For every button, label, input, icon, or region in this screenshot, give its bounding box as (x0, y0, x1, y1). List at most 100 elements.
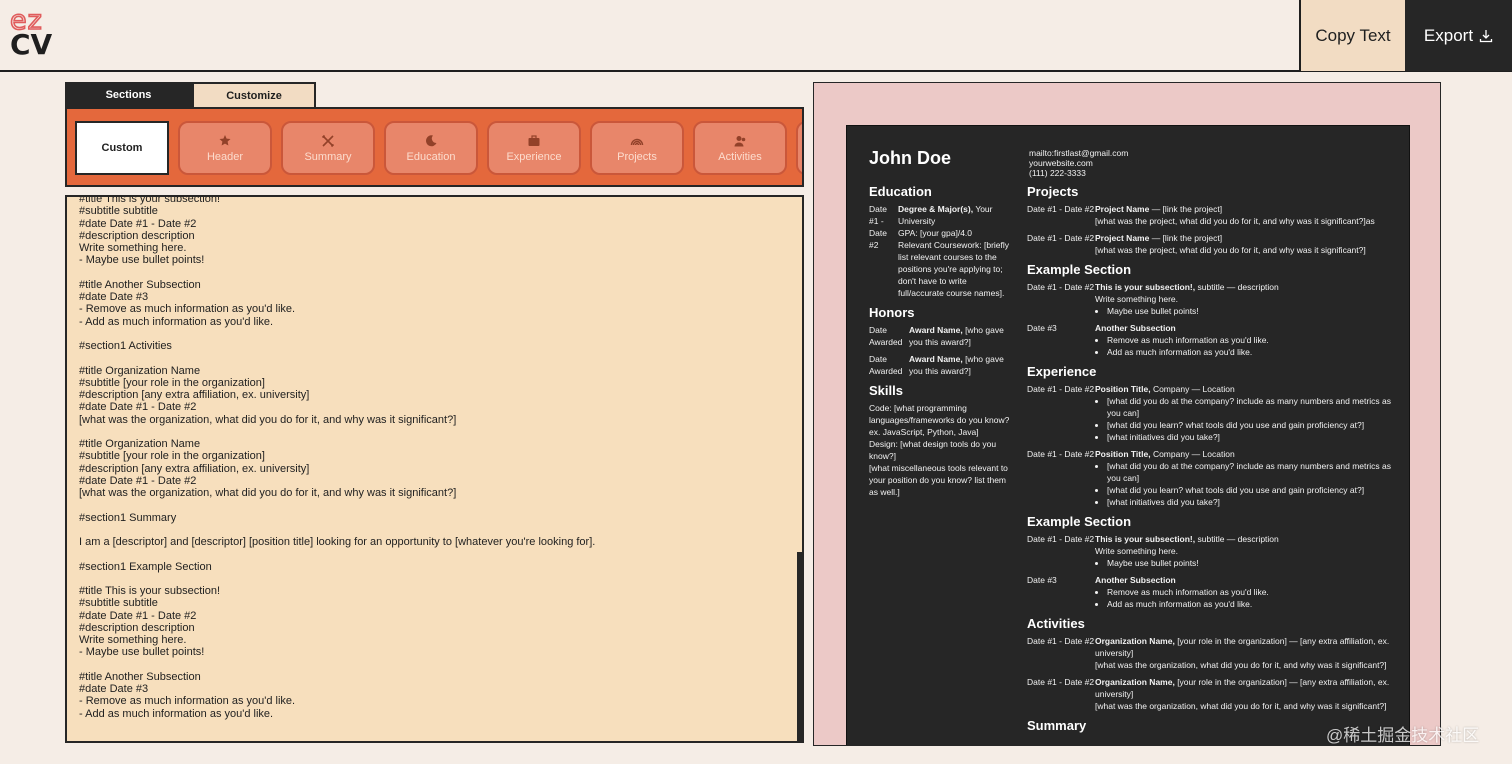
entry-title: Position Title, (1095, 384, 1151, 394)
bullet: [what initiatives did you take?] (1107, 496, 1397, 508)
entry-meta: Company — Location (1150, 384, 1235, 394)
section-heading: Activities (1027, 616, 1085, 631)
bullet: Add as much information as you'd like. (1107, 346, 1397, 358)
entry-meta: — [link the project] (1149, 233, 1223, 243)
rainbow-icon (630, 138, 644, 145)
section-heading: Experience (1027, 364, 1097, 379)
contact-email[interactable]: mailto:firstlast@gmail.com (1029, 148, 1128, 158)
projects-section: Projects Date #1 - Date #2 Project Name … (1027, 184, 1397, 256)
entry-desc: Write something here. (1095, 294, 1178, 304)
bullet: Add as much information as you'd like. (1107, 598, 1397, 610)
entry-desc: [what was the project, what did you do f… (1095, 245, 1366, 255)
section-heading: Skills (869, 383, 903, 398)
entry-date: Date #1 - Date #2 (1027, 204, 1095, 214)
section-custom[interactable]: Custom (75, 121, 169, 175)
tab-sections[interactable]: Sections (65, 82, 192, 108)
entry-desc: Write something here. (1095, 546, 1178, 556)
star-badge-icon (219, 134, 231, 145)
export-label: Export (1423, 25, 1474, 45)
resume-page: John Doe mailto:firstlast@gmail.com your… (846, 125, 1410, 745)
markdown-editor[interactable]: #title This is your subsection! #subtitl… (65, 195, 804, 743)
experience-entry: Date #1 - Date #2 Position Title, Compan… (1027, 383, 1397, 443)
activity-entry: Date #1 - Date #2 Organization Name, [yo… (1027, 676, 1397, 712)
bullet: Remove as much information as you'd like… (1107, 334, 1397, 346)
honor-entry: Date Awarded Award Name, [who gave you t… (869, 353, 1011, 377)
subsection-entry: Date #3 Another Subsection Remove as muc… (1027, 322, 1397, 358)
section-projects[interactable]: Projects (590, 121, 684, 175)
section-heading: Honors (869, 305, 915, 320)
resume-contact: mailto:firstlast@gmail.com yourwebsite.c… (1029, 148, 1128, 178)
watermark-text: @稀土掘金技术社区 (1326, 726, 1480, 745)
tools-icon (321, 134, 335, 147)
entry-date: Date Awarded (869, 325, 903, 347)
section-education[interactable]: Education (384, 121, 478, 175)
section-more[interactable] (796, 121, 802, 175)
copy-text-button[interactable]: Copy Text (1299, 0, 1405, 71)
briefcase-icon (528, 134, 540, 146)
section-header[interactable]: Header (178, 121, 272, 175)
entry-meta: subtitle — description (1195, 282, 1279, 292)
experience-entry: Date #1 - Date #2 Position Title, Compan… (1027, 448, 1397, 508)
bullet: [what did you learn? what tools did you … (1107, 484, 1397, 496)
panel-tabs: Sections Customize (65, 82, 316, 108)
education-section: Education Date #1 - Date #2 Degree & Maj… (869, 184, 1011, 299)
entry-title: Another Subsection (1095, 575, 1176, 585)
section-heading: Example Section (1027, 262, 1132, 277)
logo-cv: CV (10, 28, 53, 61)
section-activities[interactable]: Activities (693, 121, 787, 175)
bullet: [what initiatives did you take?] (1107, 431, 1397, 443)
people-icon (734, 135, 746, 146)
tab-customize[interactable]: Customize (192, 82, 316, 108)
entry-meta: Company — Location (1150, 449, 1235, 459)
entry-desc: [what was the organization, what did you… (1095, 701, 1387, 711)
section-label: Activities (718, 150, 762, 163)
entry-meta: — [link the project] (1149, 204, 1223, 214)
example-section-2: Example Section Date #1 - Date #2 This i… (1027, 514, 1397, 610)
app-logo[interactable]: ez CV (9, 6, 70, 64)
skills-text: Code: [what programming languages/framew… (869, 403, 1010, 497)
entry-title: Organization Name, (1095, 677, 1175, 687)
editor-content[interactable]: #title This is your subsection! #subtitl… (79, 197, 788, 720)
bullet: [what did you do at the company? include… (1107, 395, 1397, 419)
download-icon (1479, 29, 1493, 42)
entry-date: Date Awarded (869, 354, 903, 376)
contact-phone: (111) 222-3333 (1029, 168, 1086, 178)
entry-title: This is your subsection!, (1095, 534, 1196, 544)
section-label: Education (406, 150, 456, 163)
contact-website[interactable]: yourwebsite.com (1029, 158, 1128, 168)
entry-date: Date #1 - Date #2 (1027, 534, 1095, 544)
entry-title: Position Title, (1095, 449, 1151, 459)
subsection-entry: Date #3 Another Subsection Remove as muc… (1027, 574, 1397, 610)
subsection-entry: Date #1 - Date #2 This is your subsectio… (1027, 281, 1397, 317)
honors-section: Honors Date Awarded Award Name, [who gav… (869, 305, 1011, 377)
entry-title: Another Subsection (1095, 323, 1176, 333)
entry-title: This is your subsection!, (1095, 282, 1196, 292)
entry-date: Date #3 (1027, 323, 1057, 333)
bullet: [what did you do at the company? include… (1107, 460, 1397, 484)
section-heading: Projects (1027, 184, 1079, 199)
resume-left-column: Education Date #1 - Date #2 Degree & Maj… (869, 184, 1011, 504)
experience-section: Experience Date #1 - Date #2 Position Ti… (1027, 364, 1397, 508)
entry-title: Project Name (1095, 233, 1150, 243)
export-button[interactable]: Export (1405, 0, 1512, 71)
coursework: Relevant Coursework: [briefly list relev… (898, 240, 1010, 298)
skills-section: Skills Code: [what programming languages… (869, 383, 1011, 498)
section-label: Experience (506, 150, 562, 163)
resume-name: John Doe (869, 148, 952, 168)
section-summary[interactable]: Summary (281, 121, 375, 175)
section-heading: Education (869, 184, 932, 199)
award-name: Award Name, (909, 325, 963, 335)
activity-entry: Date #1 - Date #2 Organization Name, [yo… (1027, 635, 1397, 671)
editor-scrollbar[interactable] (797, 552, 802, 741)
education-entry: Date #1 - Date #2 Degree & Major(s), You… (869, 203, 1011, 299)
entry-desc: [what was the project, what did you do f… (1095, 216, 1375, 226)
top-bar: ez CV Copy Text Export (0, 0, 1512, 72)
entry-meta: subtitle — description (1195, 534, 1279, 544)
entry-date: Date #1 - Date #2 (1027, 677, 1095, 687)
entry-date: Date #1 - Date #2 (1027, 636, 1095, 646)
activities-section: Activities Date #1 - Date #2 Organizatio… (1027, 616, 1397, 712)
degree: Degree & Major(s), (898, 204, 974, 214)
section-heading: Example Section (1027, 514, 1132, 529)
example-section-1: Example Section Date #1 - Date #2 This i… (1027, 262, 1397, 358)
section-experience[interactable]: Experience (487, 121, 581, 175)
